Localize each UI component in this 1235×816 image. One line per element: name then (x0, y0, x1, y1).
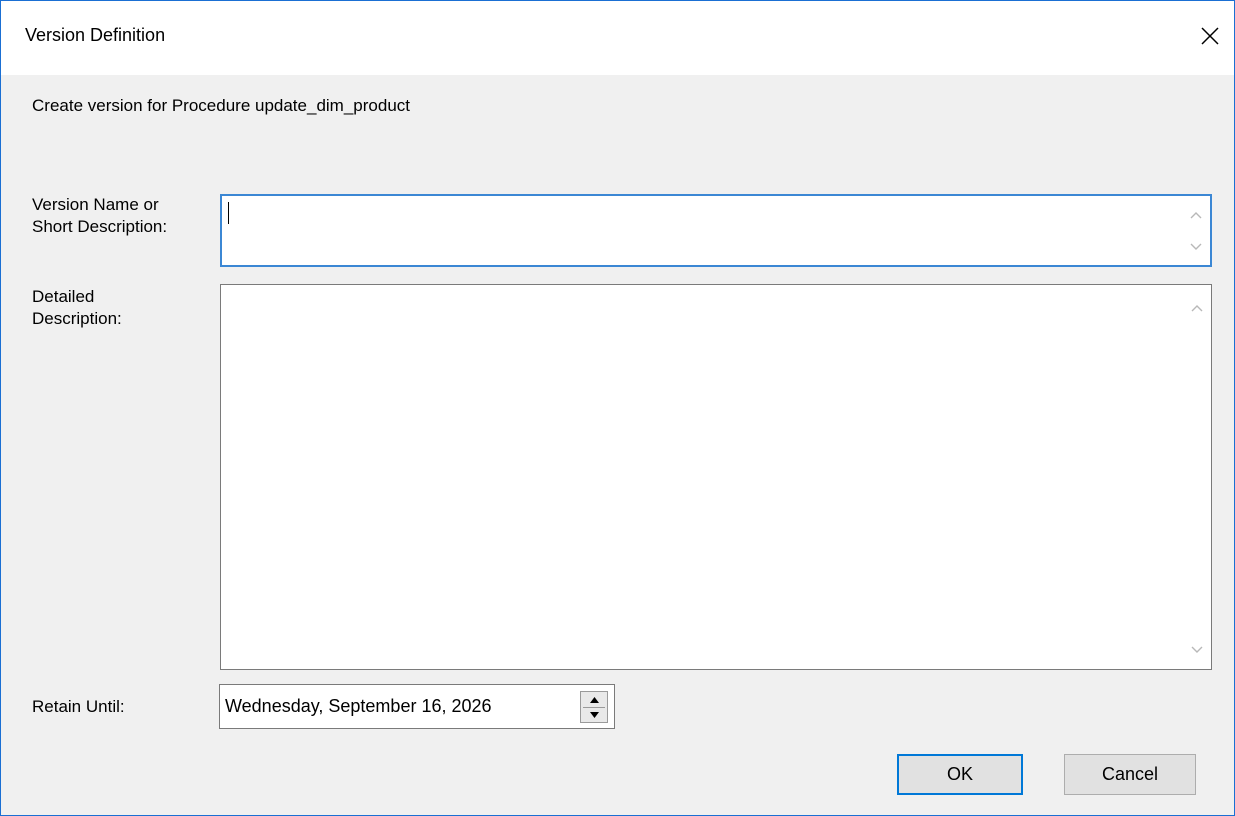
dialog-header-text: Create version for Procedure update_dim_… (32, 96, 410, 115)
version-name-input[interactable] (220, 194, 1212, 267)
cancel-button[interactable]: Cancel (1064, 754, 1196, 795)
version-definition-dialog: Version Definition Create version for Pr… (0, 0, 1235, 816)
date-spinner[interactable] (580, 691, 608, 723)
retain-until-date-picker[interactable]: Wednesday, September 16, 2026 (219, 684, 615, 729)
text-caret (228, 202, 229, 224)
window-title: Version Definition (25, 25, 166, 45)
detailed-description-label: Detailed Description: (32, 287, 122, 328)
ok-button[interactable]: OK (897, 754, 1023, 795)
spin-up-icon[interactable] (581, 692, 607, 707)
version-name-scrollbar[interactable] (1182, 196, 1210, 265)
version-name-label: Version Name or Short Description: (32, 195, 168, 236)
dialog-body: Create version for Procedure update_dim_… (1, 75, 1234, 815)
retain-until-label: Retain Until: (32, 697, 125, 716)
scroll-up-arrow-icon[interactable] (1182, 204, 1210, 226)
retain-until-value: Wednesday, September 16, 2026 (225, 696, 492, 716)
scroll-up-arrow-icon[interactable] (1183, 297, 1211, 319)
spin-down-icon[interactable] (581, 707, 607, 722)
close-button[interactable] (1186, 1, 1234, 75)
scroll-down-arrow-icon[interactable] (1182, 236, 1210, 258)
title-bar: Version Definition (1, 1, 1234, 79)
detailed-description-input[interactable] (220, 284, 1212, 670)
close-icon (1200, 26, 1220, 51)
detailed-description-scrollbar[interactable] (1183, 285, 1211, 669)
scroll-down-arrow-icon[interactable] (1183, 639, 1211, 661)
